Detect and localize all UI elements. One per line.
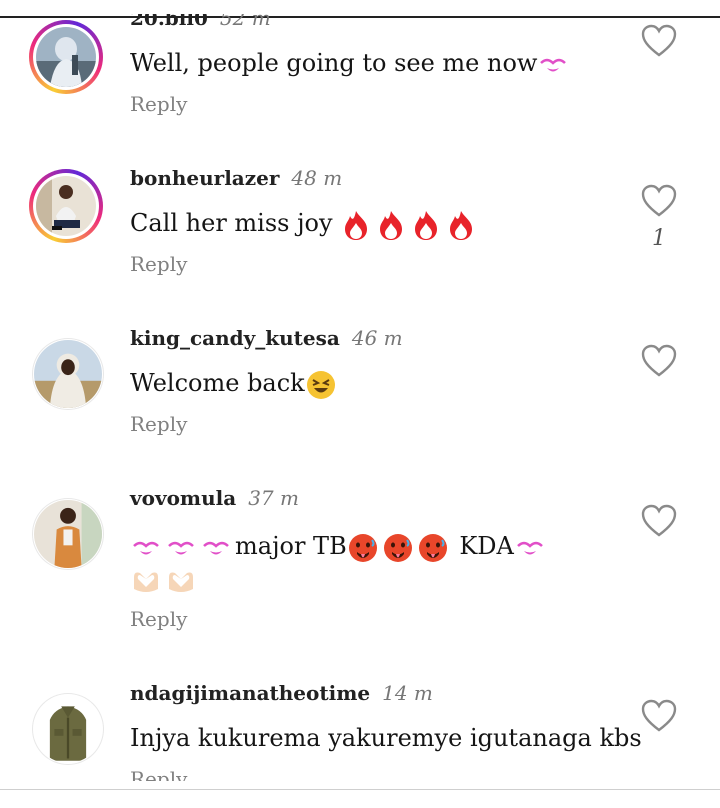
fire-emoji — [445, 209, 477, 241]
comment-meta: vovomula 37 m — [130, 486, 299, 510]
comment-item: 20.bll0 52 m Well, people going to see me… — [0, 0, 720, 160]
timestamp: 48 m — [291, 166, 343, 190]
comment-list[interactable]: 20.bll0 52 m Well, people going to see me… — [0, 0, 720, 790]
kiss-face-emoji — [200, 532, 232, 564]
hot-face-emoji — [417, 532, 449, 564]
comment-body: Welcome back — [130, 369, 305, 397]
comment-text: Welcome back — [130, 366, 340, 401]
avatar[interactable] — [29, 20, 103, 94]
reply-button[interactable]: Reply — [130, 252, 187, 276]
comment-body: Injya kukurema yakuremye igutanaga kbs — [130, 724, 642, 752]
timestamp: 52 m — [219, 6, 271, 30]
like-button[interactable] — [641, 184, 677, 218]
avatar-photo — [36, 27, 96, 87]
heart-icon — [641, 184, 677, 217]
comment-item: king_candy_kutesa 46 m Welcome back Reply — [0, 320, 720, 480]
avatar-photo — [34, 340, 102, 408]
bottom-divider — [0, 789, 720, 790]
heart-hands-emoji — [165, 565, 197, 597]
avatar-photo — [36, 176, 96, 236]
comment-item: ndagijimanatheotime 14 m Injya kukurema y… — [0, 675, 720, 790]
heart-icon — [641, 344, 677, 377]
avatar[interactable] — [29, 169, 103, 243]
heart-icon — [641, 699, 677, 732]
hot-face-emoji — [382, 532, 414, 564]
comment-text-line2 — [130, 562, 200, 597]
timestamp: 14 m — [382, 681, 433, 705]
reply-button[interactable]: Reply — [130, 412, 187, 436]
comment-body: Well, people going to see me now — [130, 49, 538, 77]
kiss-face-emoji — [537, 49, 569, 81]
reply-button[interactable]: Reply — [130, 607, 187, 631]
username[interactable]: bonheurlazer — [130, 166, 279, 190]
timestamp: 46 m — [351, 326, 403, 350]
comment-body: major TB — [235, 532, 347, 560]
username[interactable]: ndagijimanatheotime — [130, 681, 370, 705]
reply-button[interactable]: Reply — [130, 767, 187, 781]
reply-button[interactable]: Reply — [130, 92, 187, 116]
like-button[interactable] — [641, 344, 677, 378]
timestamp: 37 m — [248, 486, 299, 510]
kiss-face-emoji — [165, 532, 197, 564]
comment-text: Call her miss joy — [130, 206, 480, 241]
comment-meta: bonheurlazer 48 m — [130, 166, 342, 190]
comment-meta: ndagijimanatheotime 14 m — [130, 681, 433, 705]
comment-text: Well, people going to see me now — [130, 46, 572, 81]
like-button[interactable] — [641, 699, 677, 733]
fire-emoji — [410, 209, 442, 241]
username[interactable]: king_candy_kutesa — [130, 326, 340, 350]
fire-emoji — [340, 209, 372, 241]
avatar[interactable] — [32, 693, 104, 765]
comment-body: Call her miss joy — [130, 209, 341, 237]
heart-icon — [641, 504, 677, 537]
comment-item: bonheurlazer 48 m Call her miss joy Reply… — [0, 160, 720, 320]
like-button[interactable] — [641, 504, 677, 538]
hot-face-emoji — [347, 532, 379, 564]
fire-emoji — [375, 209, 407, 241]
heart-hands-emoji — [130, 565, 162, 597]
kiss-face-emoji — [514, 532, 546, 564]
comment-meta: 20.bll0 52 m — [130, 6, 271, 30]
avatar-photo — [34, 500, 102, 568]
username[interactable]: 20.bll0 — [130, 14, 208, 30]
comment-text: major TB KDA — [130, 529, 549, 564]
laughing-face-emoji — [305, 369, 337, 401]
avatar-photo — [34, 695, 102, 763]
kiss-face-emoji — [130, 532, 162, 564]
comment-meta: king_candy_kutesa 46 m — [130, 326, 403, 350]
like-count: 1 — [652, 226, 666, 251]
comment-item: vovomula 37 m major TB KDA Reply — [0, 480, 720, 670]
heart-icon — [641, 24, 677, 57]
comment-body-suffix: KDA — [451, 532, 514, 560]
comment-text: Injya kukurema yakuremye igutanaga kbs — [130, 721, 642, 755]
avatar[interactable] — [32, 338, 104, 410]
username[interactable]: vovomula — [130, 486, 236, 510]
avatar[interactable] — [32, 498, 104, 570]
like-button[interactable] — [641, 24, 677, 58]
